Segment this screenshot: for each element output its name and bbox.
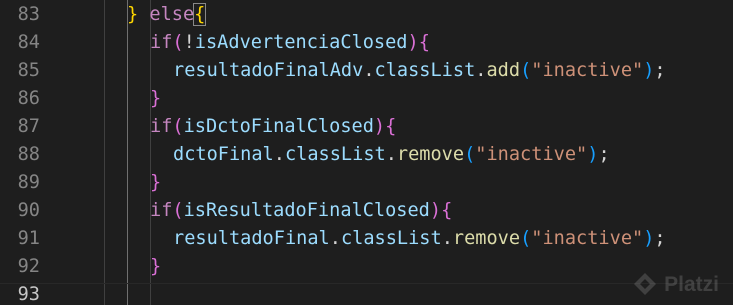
code-token: dctoFinal	[173, 144, 274, 165]
code-token: }	[150, 172, 162, 193]
code-token: }	[150, 256, 162, 277]
code-token: )	[643, 228, 655, 249]
line-code: if(isDctoFinalClosed){	[150, 113, 396, 141]
code-token: {	[193, 3, 207, 26]
code-line[interactable]: 86}	[0, 85, 733, 113]
code-token: )	[587, 144, 599, 165]
code-token: !	[183, 32, 195, 53]
line-number: 83	[17, 4, 40, 25]
code-line[interactable]: 93	[0, 281, 733, 305]
code-token: (	[464, 144, 476, 165]
line-code: resultadoFinalAdv.classList.add("inactiv…	[173, 57, 666, 85]
code-token: remove	[396, 144, 465, 165]
code-token: )	[643, 60, 655, 81]
code-token: "inactive"	[475, 144, 588, 165]
line-number: 87	[17, 116, 40, 137]
line-number: 84	[17, 32, 40, 53]
code-token: (	[172, 32, 184, 53]
code-token: if	[150, 200, 173, 221]
code-token: classList	[284, 144, 386, 165]
code-token: )	[373, 116, 386, 137]
code-token: classList	[374, 60, 476, 81]
code-token: }	[127, 4, 150, 25]
line-code: }	[150, 253, 161, 281]
platzi-logo-icon	[634, 273, 657, 295]
code-token: classList	[340, 228, 442, 249]
line-number: 89	[17, 172, 40, 193]
code-token: "inactive"	[531, 60, 644, 81]
line-code: resultadoFinal.classList.remove("inactiv…	[173, 225, 666, 253]
code-token: }	[150, 88, 162, 109]
code-token: ;	[598, 144, 610, 165]
code-token: .	[273, 144, 285, 165]
code-token: ;	[654, 60, 666, 81]
watermark-text: Platzi	[664, 273, 719, 296]
code-token: isResultadoFinalClosed	[183, 200, 430, 221]
code-token: .	[385, 144, 397, 165]
platzi-watermark: Platzi	[632, 271, 719, 299]
code-line[interactable]: 83} else{	[0, 1, 733, 29]
code-token: .	[441, 228, 453, 249]
code-token: {	[385, 116, 397, 137]
code-token: )	[429, 200, 442, 221]
code-token: .	[475, 60, 487, 81]
code-token: {	[418, 32, 430, 53]
code-token: (	[172, 200, 184, 221]
line-code: }	[150, 169, 161, 197]
code-token: isAdvertenciaClosed	[194, 32, 408, 53]
code-token: if	[150, 116, 173, 137]
line-number: 86	[17, 88, 40, 109]
code-line[interactable]: 87 if(isDctoFinalClosed){	[0, 113, 733, 141]
code-line[interactable]: 91 resultadoFinal.classList.remove("inact…	[0, 225, 733, 253]
code-token: if	[150, 32, 173, 53]
code-line[interactable]: 84 if(!isAdvertenciaClosed){	[0, 29, 733, 57]
line-number: 85	[17, 60, 40, 81]
code-token: "inactive"	[531, 228, 644, 249]
code-line[interactable]: 88 dctoFinal.classList.remove("inactive")…	[0, 141, 733, 169]
code-token: isDctoFinalClosed	[183, 116, 374, 137]
code-token: (	[520, 60, 532, 81]
code-line[interactable]: 89}	[0, 169, 733, 197]
code-token: resultadoFinal	[173, 228, 330, 249]
code-token: {	[441, 200, 453, 221]
code-token: .	[363, 60, 375, 81]
line-code: }	[150, 85, 161, 113]
line-number: 88	[17, 144, 40, 165]
code-token: (	[172, 116, 184, 137]
code-token: .	[329, 228, 341, 249]
code-token: remove	[452, 228, 521, 249]
line-number: 91	[17, 228, 40, 249]
code-line[interactable]: 90 if(isResultadoFinalClosed){	[0, 197, 733, 225]
line-number: 92	[17, 256, 40, 277]
code-token: else	[149, 4, 195, 25]
code-token: (	[520, 228, 532, 249]
code-token: )	[407, 32, 419, 53]
code-editor[interactable]: 83} else{84 if(!isAdvertenciaClosed){85 re…	[0, 0, 733, 305]
line-code: dctoFinal.classList.remove("inactive");	[173, 141, 610, 169]
code-token: add	[486, 60, 521, 81]
code-token: ;	[654, 228, 666, 249]
line-code: } else{	[127, 1, 207, 29]
code-token: resultadoFinalAdv	[173, 60, 364, 81]
line-number: 93	[17, 284, 40, 305]
line-code: if(isResultadoFinalClosed){	[150, 197, 452, 225]
code-line[interactable]: 85 resultadoFinalAdv.classList.add("inact…	[0, 57, 733, 85]
line-code: if(!isAdvertenciaClosed){	[150, 29, 430, 57]
code-line[interactable]: 92}	[0, 253, 733, 281]
line-number: 90	[17, 200, 40, 221]
